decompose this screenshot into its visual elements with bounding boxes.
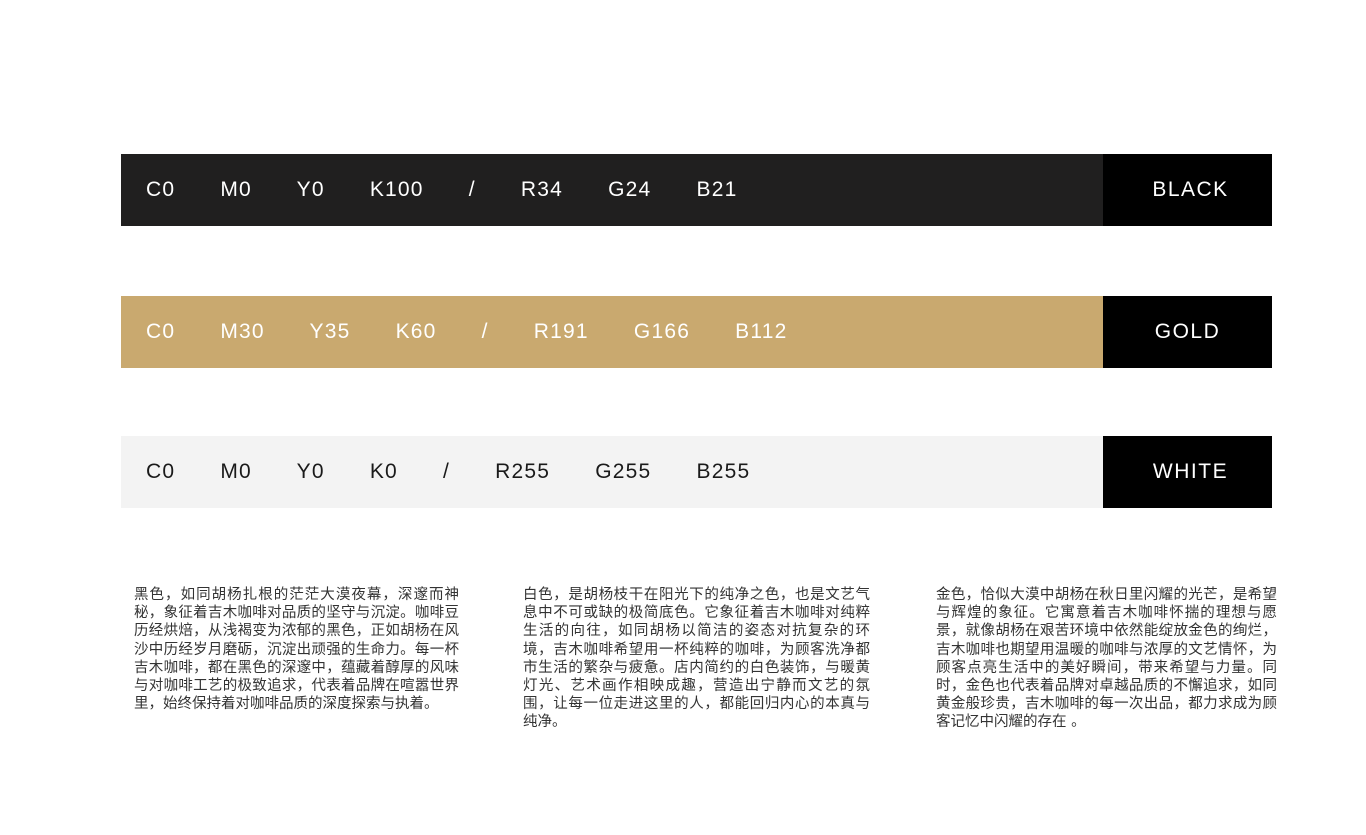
swatch-black-name: BLACK xyxy=(1152,178,1229,201)
swatch-gold-values: C0 M30 Y35 K60 / R191 G166 B112 xyxy=(146,320,788,343)
description-black: 黑色，如同胡杨扎根的茫茫大漠夜幕，深邃而神秘，象征着吉木咖啡对品质的坚守与沉淀。… xyxy=(134,587,459,713)
swatch-white-name-box: WHITE xyxy=(1103,436,1272,508)
swatch-black-name-box: BLACK xyxy=(1103,154,1272,226)
swatch-white-values: C0 M0 Y0 K0 / R255 G255 B255 xyxy=(146,460,751,483)
swatch-white-bar: C0 M0 Y0 K0 / R255 G255 B255 xyxy=(121,436,1103,508)
swatch-white: C0 M0 Y0 K0 / R255 G255 B255 WHITE xyxy=(121,436,1272,508)
swatch-gold-name: GOLD xyxy=(1154,320,1221,343)
swatch-white-name: WHITE xyxy=(1152,460,1229,483)
swatch-gold-bar: C0 M30 Y35 K60 / R191 G166 B112 xyxy=(121,296,1103,368)
swatch-black-bar: C0 M0 Y0 K100 / R34 G24 B21 xyxy=(121,154,1103,226)
swatch-black-values: C0 M0 Y0 K100 / R34 G24 B21 xyxy=(146,178,738,201)
description-gold: 金色，恰似大漠中胡杨在秋日里闪耀的光芒，是希望与辉煌的象征。它寓意着吉木咖啡怀揣… xyxy=(936,587,1277,731)
description-white: 白色，是胡杨枝干在阳光下的纯净之色，也是文艺气息中不可或缺的极简底色。它象征着吉… xyxy=(523,587,870,731)
swatch-gold: C0 M30 Y35 K60 / R191 G166 B112 GOLD xyxy=(121,296,1272,368)
swatch-black: C0 M0 Y0 K100 / R34 G24 B21 BLACK xyxy=(121,154,1272,226)
swatch-gold-name-box: GOLD xyxy=(1103,296,1272,368)
